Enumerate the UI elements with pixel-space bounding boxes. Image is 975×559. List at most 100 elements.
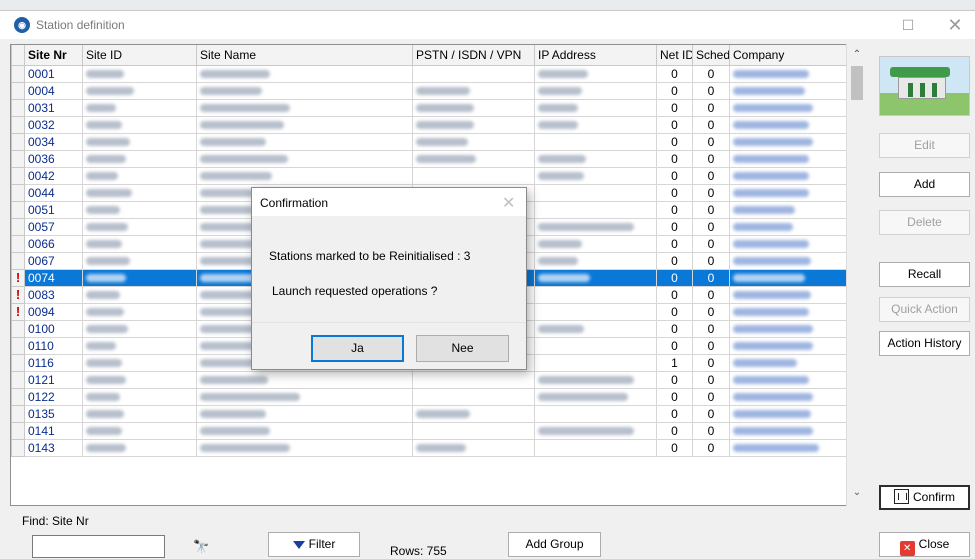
- cell-company[interactable]: [729, 404, 848, 423]
- cell-ip-address[interactable]: [534, 438, 657, 457]
- table-row[interactable]: 0031 0 0: [11, 98, 848, 117]
- cell-site-name[interactable]: [196, 404, 413, 423]
- cell-site-id[interactable]: [82, 336, 197, 355]
- cell-sched[interactable]: 0: [692, 166, 730, 185]
- cell-net-id[interactable]: 0: [656, 302, 693, 321]
- cell-company[interactable]: [729, 268, 848, 287]
- confirm-button[interactable]: Confirm: [879, 485, 970, 510]
- action-history-button[interactable]: Action History: [879, 331, 970, 356]
- cell-ip-address[interactable]: [534, 251, 657, 270]
- cell-site-nr[interactable]: 0036: [24, 149, 83, 168]
- cell-ip-address[interactable]: [534, 370, 657, 389]
- cell-site-nr[interactable]: 0066: [24, 234, 83, 253]
- cell-pstn[interactable]: [412, 98, 535, 117]
- cell-site-id[interactable]: [82, 421, 197, 440]
- cell-site-id[interactable]: [82, 268, 197, 287]
- cell-company[interactable]: [729, 421, 848, 440]
- column-header-sched[interactable]: Sched: [692, 45, 730, 66]
- cell-net-id[interactable]: 0: [656, 319, 693, 338]
- cell-ip-address[interactable]: [534, 166, 657, 185]
- cell-site-nr[interactable]: 0001: [24, 64, 83, 83]
- table-row[interactable]: 0143 0 0: [11, 438, 848, 457]
- cell-net-id[interactable]: 0: [656, 200, 693, 219]
- cell-site-id[interactable]: [82, 234, 197, 253]
- find-site-nr-input[interactable]: [32, 535, 165, 558]
- cell-sched[interactable]: 0: [692, 421, 730, 440]
- cell-site-id[interactable]: [82, 251, 197, 270]
- cell-pstn[interactable]: [412, 64, 535, 83]
- cell-sched[interactable]: 0: [692, 251, 730, 270]
- column-header-ip-address[interactable]: IP Address: [534, 45, 657, 66]
- cell-site-nr[interactable]: 0034: [24, 132, 83, 151]
- cell-site-name[interactable]: [196, 166, 413, 185]
- cell-company[interactable]: [729, 149, 848, 168]
- cell-site-nr[interactable]: 0083: [24, 285, 83, 304]
- cell-site-id[interactable]: [82, 302, 197, 321]
- cell-pstn[interactable]: [412, 166, 535, 185]
- grid-vertical-scrollbar[interactable]: ⌃ ⌄: [846, 44, 866, 506]
- cell-pstn[interactable]: [412, 421, 535, 440]
- cell-company[interactable]: [729, 370, 848, 389]
- table-row[interactable]: 0135 0 0: [11, 404, 848, 423]
- cell-company[interactable]: [729, 302, 848, 321]
- cell-sched[interactable]: 0: [692, 183, 730, 202]
- cell-ip-address[interactable]: [534, 404, 657, 423]
- cell-ip-address[interactable]: [534, 200, 657, 219]
- dialog-no-button[interactable]: Nee: [416, 335, 509, 362]
- cell-pstn[interactable]: [412, 438, 535, 457]
- cell-site-nr[interactable]: 0110: [24, 336, 83, 355]
- cell-sched[interactable]: 0: [692, 438, 730, 457]
- cell-site-nr[interactable]: 0032: [24, 115, 83, 134]
- cell-net-id[interactable]: 0: [656, 421, 693, 440]
- column-header-site-name[interactable]: Site Name: [196, 45, 413, 66]
- cell-site-name[interactable]: [196, 132, 413, 151]
- table-row[interactable]: 0004 0 0: [11, 81, 848, 100]
- cell-site-id[interactable]: [82, 64, 197, 83]
- dialog-yes-button[interactable]: Ja: [311, 335, 404, 362]
- cell-site-nr[interactable]: 0004: [24, 81, 83, 100]
- filter-button[interactable]: Filter: [268, 532, 360, 557]
- cell-sched[interactable]: 0: [692, 115, 730, 134]
- cell-site-nr[interactable]: 0143: [24, 438, 83, 457]
- cell-site-id[interactable]: [82, 81, 197, 100]
- cell-site-nr[interactable]: 0051: [24, 200, 83, 219]
- cell-site-id[interactable]: [82, 217, 197, 236]
- table-row[interactable]: 0042 0 0: [11, 166, 848, 185]
- cell-site-name[interactable]: [196, 149, 413, 168]
- cell-pstn[interactable]: [412, 149, 535, 168]
- cell-ip-address[interactable]: [534, 98, 657, 117]
- table-row[interactable]: 0032 0 0: [11, 115, 848, 134]
- cell-pstn[interactable]: [412, 387, 535, 406]
- cell-ip-address[interactable]: [534, 149, 657, 168]
- cell-ip-address[interactable]: [534, 81, 657, 100]
- cell-site-nr[interactable]: 0141: [24, 421, 83, 440]
- cell-ip-address[interactable]: [534, 336, 657, 355]
- cell-net-id[interactable]: 0: [656, 166, 693, 185]
- cell-ip-address[interactable]: [534, 183, 657, 202]
- column-header-pstn[interactable]: PSTN / ISDN / VPN: [412, 45, 535, 66]
- cell-net-id[interactable]: 0: [656, 149, 693, 168]
- cell-site-name[interactable]: [196, 438, 413, 457]
- cell-net-id[interactable]: 0: [656, 98, 693, 117]
- cell-site-id[interactable]: [82, 115, 197, 134]
- cell-sched[interactable]: 0: [692, 234, 730, 253]
- cell-pstn[interactable]: [412, 370, 535, 389]
- cell-ip-address[interactable]: [534, 217, 657, 236]
- cell-net-id[interactable]: 0: [656, 132, 693, 151]
- cell-site-name[interactable]: [196, 64, 413, 83]
- cell-sched[interactable]: 0: [692, 353, 730, 372]
- cell-ip-address[interactable]: [534, 319, 657, 338]
- cell-company[interactable]: [729, 64, 848, 83]
- cell-company[interactable]: [729, 251, 848, 270]
- cell-site-id[interactable]: [82, 166, 197, 185]
- cell-sched[interactable]: 0: [692, 81, 730, 100]
- cell-net-id[interactable]: 0: [656, 183, 693, 202]
- cell-sched[interactable]: 0: [692, 268, 730, 287]
- cell-site-id[interactable]: [82, 285, 197, 304]
- cell-site-id[interactable]: [82, 404, 197, 423]
- table-row[interactable]: 0122 0 0: [11, 387, 848, 406]
- cell-site-id[interactable]: [82, 200, 197, 219]
- cell-site-nr[interactable]: 0116: [24, 353, 83, 372]
- cell-net-id[interactable]: 1: [656, 353, 693, 372]
- cell-site-nr[interactable]: 0067: [24, 251, 83, 270]
